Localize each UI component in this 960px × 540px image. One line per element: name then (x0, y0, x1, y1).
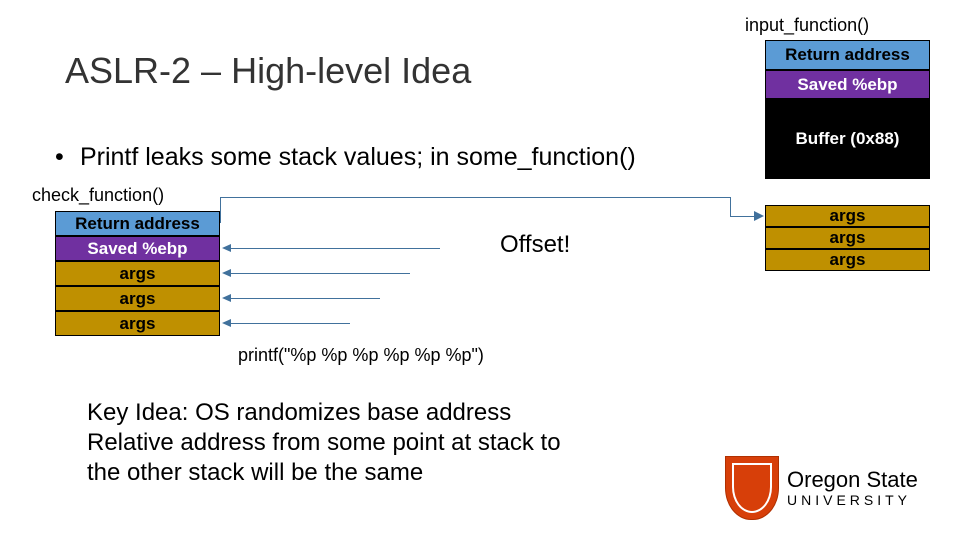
slide: ASLR-2 – High-level Idea • Printf leaks … (0, 0, 960, 540)
offset-arrow-seg-v1 (220, 197, 221, 223)
check-stack-arg3: args (55, 311, 220, 336)
slide-title: ASLR-2 – High-level Idea (65, 50, 471, 92)
osu-logo-line2: UNIVERSITY (787, 493, 918, 507)
bullet-line: • Printf leaks some stack values; in som… (55, 143, 636, 172)
arrow-to-arg2 (230, 298, 380, 299)
check-function-label: check_function() (32, 185, 164, 206)
key-idea-line3: the other stack will be the same (87, 458, 597, 488)
key-idea-line1: Key Idea: OS randomizes base address (87, 398, 597, 428)
bullet-marker: • (55, 143, 73, 172)
input-stack-buffer: Buffer (0x88) (765, 99, 930, 179)
offset-arrow-seg-v2 (730, 197, 731, 216)
check-stack-ebp: Saved %ebp (55, 236, 220, 261)
input-stack-ebp: Saved %ebp (765, 70, 930, 99)
offset-arrow-seg-h1 (220, 197, 730, 198)
arrow-to-ebp (230, 248, 440, 249)
printf-call-text: printf("%p %p %p %p %p %p") (238, 345, 484, 366)
offset-arrow-seg-h2 (730, 216, 754, 217)
arrow-to-arg3 (230, 323, 350, 324)
check-stack-arg1: args (55, 261, 220, 286)
offset-arrow-head (754, 211, 764, 221)
input-stack-arg3: args (765, 249, 930, 271)
input-stack-arg1: args (765, 205, 930, 227)
oregon-state-logo: Oregon State UNIVERSITY (725, 450, 940, 525)
bullet-text: Printf leaks some stack values; in some_… (80, 143, 636, 171)
input-function-label: input_function() (745, 15, 869, 36)
check-stack-arg2: args (55, 286, 220, 311)
osu-shield-icon (725, 456, 779, 520)
input-stack-return: Return address (765, 40, 930, 70)
check-stack-return: Return address (55, 211, 220, 236)
arrow-to-arg1 (230, 273, 410, 274)
key-idea-text: Key Idea: OS randomizes base address Rel… (87, 398, 597, 488)
input-stack-arg2: args (765, 227, 930, 249)
osu-logo-line1: Oregon State (787, 469, 918, 491)
key-idea-line2: Relative address from some point at stac… (87, 428, 597, 458)
osu-logo-text: Oregon State UNIVERSITY (787, 469, 918, 507)
offset-label: Offset! (500, 231, 570, 259)
